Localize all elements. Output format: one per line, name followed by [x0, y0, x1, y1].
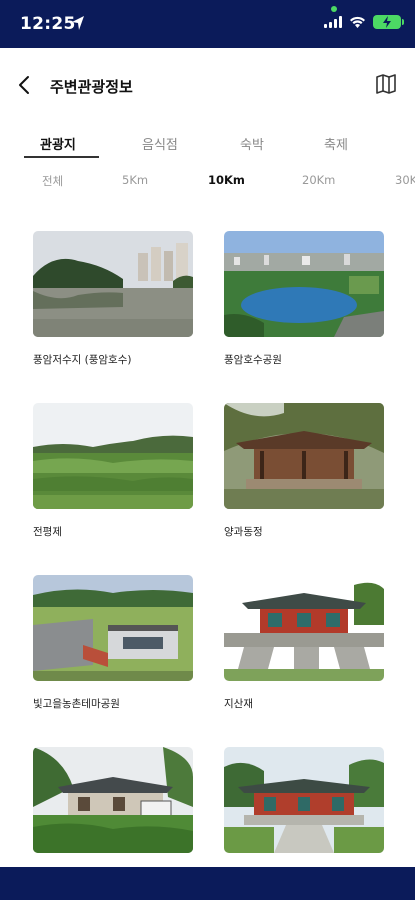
pavilion-photo	[224, 403, 384, 509]
active-tab-indicator	[24, 156, 99, 158]
place-name: 전평제	[33, 526, 62, 538]
battery-charging-icon	[373, 15, 404, 29]
filter-10km[interactable]: 10Km	[208, 173, 245, 187]
place-card[interactable]: 풍암저수지 (풍암호수)	[33, 231, 193, 366]
place-card[interactable]	[33, 747, 193, 853]
lake-park-aerial-photo	[224, 231, 384, 337]
place-name: 풍암호수공원	[224, 354, 282, 366]
distance-filters: 전체 5Km 10Km 20Km 30Km	[0, 162, 415, 198]
place-name: 지산재	[224, 698, 253, 710]
place-name: 풍암저수지 (풍암호수)	[33, 354, 132, 366]
theme-park-photo	[33, 575, 193, 681]
wifi-icon	[350, 16, 365, 28]
lotus-field-photo	[33, 403, 193, 509]
back-button[interactable]	[14, 72, 36, 98]
status-indicators	[324, 15, 404, 29]
tab-tourist-spots[interactable]: 관광지	[40, 134, 76, 153]
filter-20km[interactable]: 20Km	[302, 173, 335, 187]
filter-all[interactable]: 전체	[42, 173, 63, 189]
hanok-house-photo	[33, 747, 193, 853]
tab-restaurants[interactable]: 음식점	[142, 134, 178, 153]
status-time: 12:25	[20, 14, 76, 34]
location-arrow-icon	[72, 16, 84, 30]
temple-hall-photo	[224, 747, 384, 853]
reservoir-photo	[33, 231, 193, 337]
place-card[interactable]: 양과동정	[224, 403, 384, 538]
page-title: 주변관광정보	[50, 78, 133, 96]
place-card[interactable]	[224, 747, 384, 853]
place-name: 빛고을농촌테마공원	[33, 698, 120, 710]
map-button[interactable]	[375, 73, 397, 95]
status-bar: 12:25	[0, 0, 415, 48]
tab-lodging[interactable]: 숙박	[240, 134, 264, 153]
bottom-bar	[0, 867, 415, 900]
place-card[interactable]: 전평제	[33, 403, 193, 538]
privacy-indicator-dot	[331, 6, 337, 12]
category-tabs: 관광지 음식점 숙박 축제	[0, 122, 415, 160]
shrine-photo	[224, 575, 384, 681]
chevron-left-icon	[19, 76, 29, 94]
place-name: 양과동정	[224, 526, 263, 538]
filter-5km[interactable]: 5Km	[122, 173, 148, 187]
map-icon	[376, 74, 396, 94]
place-card[interactable]: 지산재	[224, 575, 384, 710]
place-card[interactable]: 풍암호수공원	[224, 231, 384, 366]
cellular-signal-icon	[324, 16, 342, 28]
tab-festivals[interactable]: 축제	[324, 134, 348, 153]
header: 주변관광정보	[0, 48, 415, 122]
filter-30km[interactable]: 30Km	[395, 173, 415, 187]
place-card[interactable]: 빛고을농촌테마공원	[33, 575, 193, 710]
